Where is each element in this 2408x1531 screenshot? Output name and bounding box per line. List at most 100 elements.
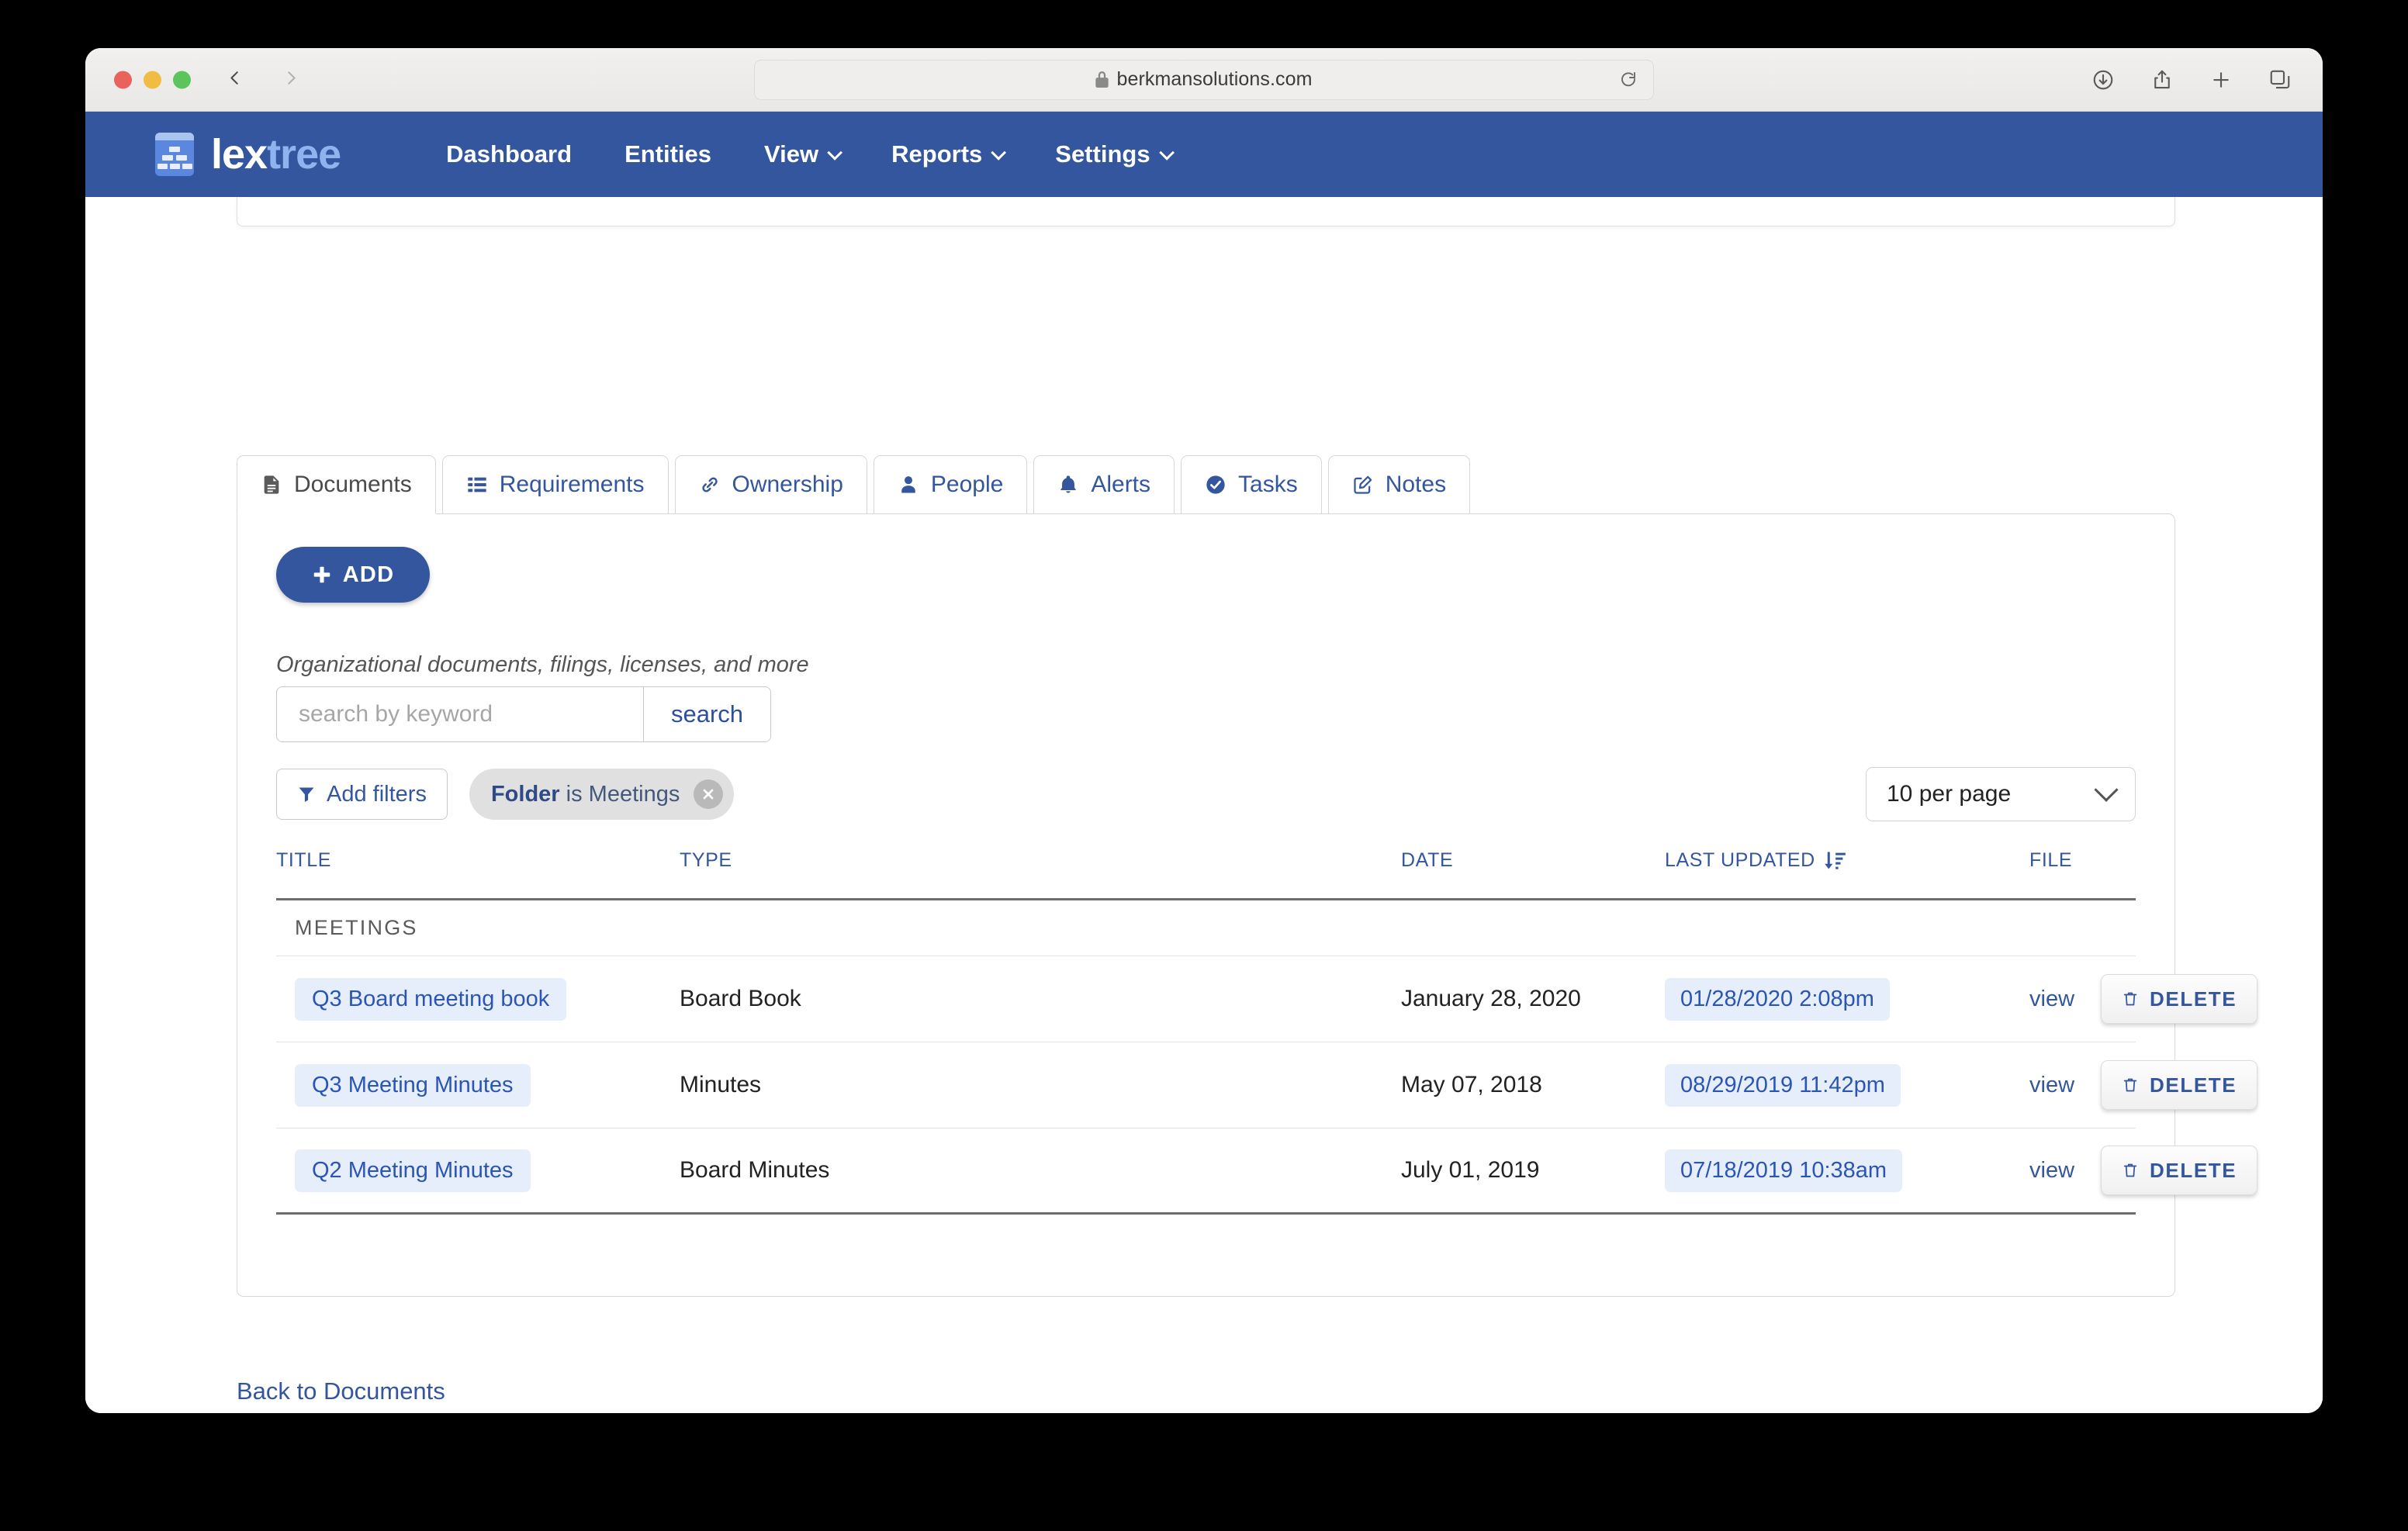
nav-item-entities[interactable]: Entities — [598, 140, 738, 168]
person-icon — [898, 474, 919, 496]
column-header-label: TITLE — [276, 849, 332, 871]
nav-item-label: Settings — [1055, 140, 1150, 168]
browser-titlebar: berkmansolutions.com — [85, 48, 2323, 112]
filter-chip-folder[interactable]: Folder is Meetings — [469, 769, 735, 820]
tab-label: People — [930, 472, 1004, 497]
tab-label: Requirements — [499, 472, 645, 497]
new-tab-icon[interactable] — [2209, 68, 2233, 92]
remove-filter-icon[interactable] — [694, 779, 724, 809]
table-row: Q2 Meeting Minutes Board Minutes July 01… — [276, 1128, 2258, 1215]
address-bar[interactable]: berkmansolutions.com — [754, 59, 1654, 100]
address-bar-content: berkmansolutions.com — [1095, 68, 1312, 91]
browser-window: berkmansolutions.com lextree Dashboard E… — [85, 48, 2323, 1413]
minimize-window-button[interactable] — [144, 71, 161, 88]
nav-item-reports[interactable]: Reports — [865, 140, 1029, 168]
table-row: Q3 Meeting Minutes Minutes May 07, 2018 … — [276, 1042, 2258, 1128]
document-title-link[interactable]: Q3 Meeting Minutes — [295, 1063, 531, 1107]
panel-helper-text: Organizational documents, filings, licen… — [276, 652, 809, 677]
column-header-label: LAST UPDATED — [1665, 849, 1815, 871]
column-header-label: FILE — [2029, 849, 2073, 871]
cell-file: view DELETE — [2029, 1060, 2258, 1110]
search-button[interactable]: search — [643, 687, 770, 741]
logo-text-lex: lex — [211, 131, 268, 178]
browser-toolbar-right — [2091, 68, 2292, 92]
view-link[interactable]: view — [2029, 1073, 2074, 1098]
column-header-label: DATE — [1401, 849, 1454, 871]
funnel-icon — [297, 785, 316, 804]
tab-people[interactable]: People — [873, 455, 1028, 514]
back-to-documents-link[interactable]: Back to Documents — [237, 1377, 445, 1405]
table-header-row: TITLE TYPE DATE LAST UPDATED FILE — [276, 849, 2136, 900]
nav-item-dashboard[interactable]: Dashboard — [420, 140, 598, 168]
tab-tasks[interactable]: Tasks — [1181, 455, 1322, 514]
back-arrow-icon[interactable] — [227, 69, 244, 90]
last-updated-link[interactable]: 01/28/2020 2:08pm — [1665, 977, 1890, 1021]
documents-panel: ADD Organizational documents, filings, l… — [237, 513, 2258, 1297]
view-link[interactable]: view — [2029, 987, 2074, 1012]
filter-chip-key: Folder — [490, 781, 560, 807]
sort-descending-icon[interactable] — [1823, 851, 1846, 871]
column-header-title[interactable]: TITLE — [276, 849, 680, 872]
delete-button[interactable]: DELETE — [2101, 974, 2258, 1024]
last-updated-link[interactable]: 07/18/2019 10:38am — [1665, 1149, 1903, 1192]
per-page-select[interactable]: 10 per page — [1866, 767, 2136, 821]
cell-date: July 01, 2019 — [1401, 1157, 1540, 1183]
tab-alerts[interactable]: Alerts — [1033, 455, 1175, 514]
tab-notes[interactable]: Notes — [1327, 455, 1471, 514]
chevron-down-icon — [1158, 144, 1175, 161]
logo-text-tree: tree — [267, 131, 341, 178]
bell-icon — [1057, 474, 1079, 496]
view-link[interactable]: view — [2029, 1158, 2074, 1184]
filter-chip-value: Meetings — [588, 781, 680, 807]
cell-last-updated: 01/28/2020 2:08pm — [1665, 977, 2029, 1021]
lextree-logo-icon — [155, 133, 194, 176]
share-icon[interactable] — [2150, 68, 2174, 92]
search-input[interactable] — [277, 687, 643, 741]
filter-chip-text: Folder is Meetings — [491, 782, 680, 807]
add-button[interactable]: ADD — [276, 547, 430, 603]
nav-item-label: Entities — [624, 140, 712, 168]
column-header-label: TYPE — [680, 849, 732, 871]
entity-tabs: Documents Requirements Ownership People — [237, 455, 1471, 514]
column-header-date[interactable]: DATE — [1401, 849, 1665, 872]
pencil-icon — [1352, 474, 1374, 496]
tab-label: Documents — [294, 472, 412, 497]
delete-button[interactable]: DELETE — [2101, 1146, 2258, 1195]
plus-icon — [312, 565, 332, 585]
close-window-button[interactable] — [114, 71, 132, 88]
nav-item-label: Reports — [891, 140, 983, 168]
document-title-link[interactable]: Q2 Meeting Minutes — [295, 1149, 531, 1192]
tab-documents[interactable]: Documents — [237, 455, 436, 514]
cell-file: view DELETE — [2029, 1146, 2258, 1195]
chevron-down-icon — [2094, 777, 2119, 802]
nav-item-label: Dashboard — [446, 140, 573, 168]
delete-button-label: DELETE — [2150, 987, 2237, 1011]
last-updated-link[interactable]: 08/29/2019 11:42pm — [1665, 1063, 1901, 1107]
nav-item-settings[interactable]: Settings — [1029, 140, 1196, 168]
column-header-file[interactable]: FILE — [2029, 849, 2136, 872]
column-header-last-updated[interactable]: LAST UPDATED — [1665, 849, 2029, 872]
lock-icon — [1095, 71, 1109, 88]
chevron-down-icon — [991, 144, 1007, 161]
search-group: search — [276, 686, 771, 742]
document-title-link[interactable]: Q3 Board meeting book — [295, 977, 567, 1021]
logo[interactable]: lextree — [155, 133, 341, 176]
list-icon — [466, 474, 488, 496]
tab-ownership[interactable]: Ownership — [674, 455, 867, 514]
add-filters-button[interactable]: Add filters — [276, 769, 448, 820]
nav-item-view[interactable]: View — [738, 140, 865, 168]
delete-button[interactable]: DELETE — [2101, 1060, 2258, 1110]
add-button-label: ADD — [342, 562, 395, 587]
check-circle-icon — [1205, 474, 1226, 496]
cell-date: May 07, 2018 — [1401, 1072, 1542, 1097]
downloads-icon[interactable] — [2091, 68, 2115, 92]
tab-requirements[interactable]: Requirements — [441, 455, 669, 514]
column-header-type[interactable]: TYPE — [680, 849, 1401, 872]
trash-icon — [2122, 990, 2139, 1008]
scrolled-card-above — [237, 197, 2175, 226]
maximize-window-button[interactable] — [173, 71, 191, 88]
tab-overview-icon[interactable] — [2268, 68, 2292, 92]
cell-last-updated: 08/29/2019 11:42pm — [1665, 1063, 2029, 1107]
filter-chip-operator: is — [566, 781, 583, 807]
forward-arrow-icon[interactable] — [282, 69, 299, 90]
